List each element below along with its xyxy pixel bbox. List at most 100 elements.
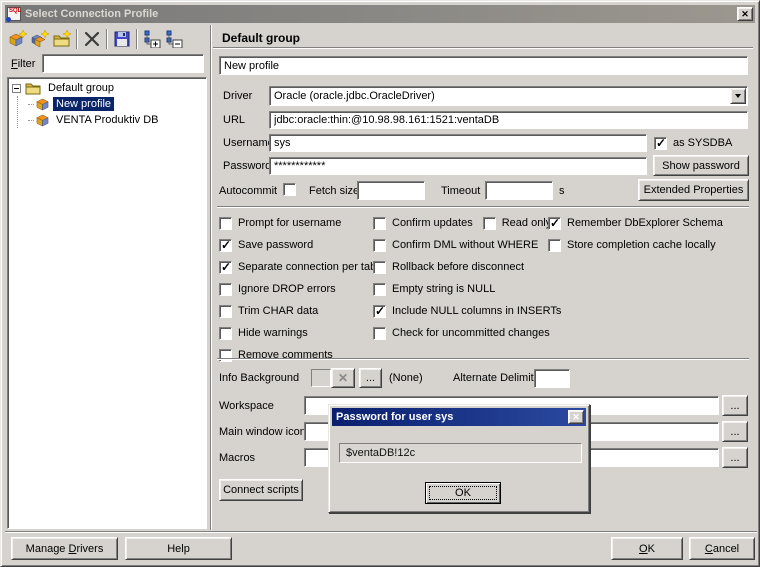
option-confirm-dml-without-where: Confirm DML without WHERE bbox=[373, 234, 561, 256]
workspace-browse-button[interactable]: ... bbox=[722, 395, 748, 416]
ellipsis-icon: ... bbox=[730, 400, 739, 412]
checkbox[interactable] bbox=[219, 305, 232, 318]
checkbox-label: Save password bbox=[238, 239, 313, 251]
save-icon bbox=[114, 31, 130, 47]
tree-collapse-expander-icon[interactable] bbox=[12, 84, 21, 93]
sql-app-icon: SQL bbox=[7, 7, 21, 21]
select-connection-profile-window: SQL Select Connection Profile ✕ bbox=[0, 0, 760, 567]
dropdown-arrow-icon[interactable] bbox=[730, 88, 746, 104]
checkbox[interactable] bbox=[548, 239, 561, 252]
tree-item-label: Default group bbox=[45, 81, 117, 95]
url-input[interactable] bbox=[269, 111, 748, 129]
connect-scripts-button[interactable]: Connect scripts bbox=[219, 479, 303, 501]
ok-button[interactable]: OK bbox=[611, 537, 683, 560]
checkbox-label: Confirm DML without WHERE bbox=[392, 239, 538, 251]
profile-tree[interactable]: Default group New profile VENTA Produkti… bbox=[7, 77, 207, 529]
info-background-swatch[interactable] bbox=[311, 369, 331, 387]
password-dialog-titlebar: Password for user sys ✕ bbox=[332, 408, 586, 426]
option-empty-string-is-null: Empty string is NULL bbox=[373, 278, 561, 300]
fetch-size-input[interactable] bbox=[357, 181, 425, 200]
option-ignore-drop-errors: Ignore DROP errors bbox=[219, 278, 376, 300]
checkbox-label: Confirm updates bbox=[392, 217, 473, 229]
new-group-button[interactable] bbox=[51, 28, 73, 50]
expand-tree-button[interactable] bbox=[141, 28, 163, 50]
checkbox[interactable] bbox=[373, 239, 386, 252]
option-save-password: Save password bbox=[219, 234, 376, 256]
checkbox-label: Trim CHAR data bbox=[238, 305, 318, 317]
focus-rectangle bbox=[429, 486, 497, 500]
checkbox[interactable] bbox=[548, 217, 561, 230]
titlebar: SQL Select Connection Profile ✕ bbox=[5, 5, 755, 23]
autocommit-checkbox[interactable] bbox=[283, 183, 296, 196]
tree-item-new-profile[interactable]: New profile bbox=[28, 96, 206, 112]
options-column-1: Prompt for username Save password Separa… bbox=[219, 212, 376, 366]
main-window-icon-browse-button[interactable]: ... bbox=[722, 421, 748, 442]
checkbox[interactable] bbox=[373, 327, 386, 340]
window-title: Select Connection Profile bbox=[25, 8, 158, 20]
timeout-label: Timeout bbox=[441, 185, 480, 197]
checkbox[interactable] bbox=[219, 327, 232, 340]
checkbox[interactable] bbox=[483, 217, 496, 230]
checkbox[interactable] bbox=[373, 305, 386, 318]
extended-properties-button[interactable]: Extended Properties bbox=[638, 179, 749, 201]
profile-toolbar bbox=[7, 26, 208, 51]
checkbox-label: Separate connection per tab bbox=[238, 261, 376, 273]
option-rollback-before-disconnect: Rollback before disconnect bbox=[373, 256, 561, 278]
alternate-delimiter-input[interactable] bbox=[534, 369, 570, 388]
checkbox[interactable] bbox=[219, 239, 232, 252]
copy-profile-button[interactable] bbox=[29, 28, 51, 50]
cancel-button[interactable]: Cancel bbox=[689, 537, 755, 560]
new-profile-button[interactable] bbox=[7, 28, 29, 50]
checkbox-label: Prompt for username bbox=[238, 217, 341, 229]
clear-color-button[interactable]: ✕ bbox=[331, 368, 355, 388]
toolbar-separator bbox=[136, 29, 138, 49]
macros-browse-button[interactable]: ... bbox=[722, 447, 748, 468]
checkbox-label: Read only bbox=[502, 217, 552, 229]
driver-select[interactable]: Oracle (oracle.jdbc.OracleDriver) bbox=[269, 86, 748, 106]
password-input[interactable] bbox=[269, 157, 647, 175]
header-separator bbox=[213, 47, 753, 49]
password-dialog-title: Password for user sys bbox=[336, 411, 453, 423]
username-input[interactable] bbox=[269, 134, 647, 152]
dialog-ok-button[interactable]: OK bbox=[425, 482, 501, 504]
checkbox-label: Hide warnings bbox=[238, 327, 308, 339]
show-password-button[interactable]: Show password bbox=[653, 155, 749, 176]
checkbox-label: Store completion cache locally bbox=[567, 239, 716, 251]
option-hide-warnings: Hide warnings bbox=[219, 322, 376, 344]
option-confirm-updates: Confirm updates bbox=[373, 217, 473, 230]
checkbox[interactable] bbox=[219, 261, 232, 274]
options-column-3: Remember DbExplorer Schema Store complet… bbox=[548, 212, 723, 256]
help-button[interactable]: Help bbox=[125, 537, 232, 560]
close-icon[interactable]: ✕ bbox=[568, 410, 584, 424]
tree-item-venta-produktiv-db[interactable]: VENTA Produktiv DB bbox=[28, 112, 206, 128]
checkbox[interactable] bbox=[373, 283, 386, 296]
collapse-tree-button[interactable] bbox=[163, 28, 185, 50]
save-profiles-button[interactable] bbox=[111, 28, 133, 50]
manage-drivers-button[interactable]: Manage Drivers bbox=[11, 537, 118, 560]
pick-color-button[interactable]: ... bbox=[359, 368, 382, 388]
profile-name-input[interactable] bbox=[219, 56, 748, 75]
tree-item-default-group[interactable]: Default group bbox=[12, 80, 206, 96]
checkbox[interactable] bbox=[373, 217, 386, 230]
timeout-unit-label: s bbox=[559, 185, 565, 197]
delete-profile-button[interactable] bbox=[81, 28, 103, 50]
revealed-password-field: $ventaDB!12c bbox=[339, 443, 582, 463]
checkbox-label: Remember DbExplorer Schema bbox=[567, 217, 723, 229]
tree-item-label: VENTA Produktiv DB bbox=[53, 113, 162, 127]
sysdba-checkbox[interactable] bbox=[654, 137, 667, 150]
password-dialog: Password for user sys ✕ $ventaDB!12c OK bbox=[328, 404, 590, 513]
new-profile-icon bbox=[9, 30, 27, 48]
fetch-size-label: Fetch size bbox=[309, 185, 359, 197]
close-icon[interactable]: ✕ bbox=[737, 7, 753, 21]
checkbox[interactable] bbox=[219, 217, 232, 230]
checkbox[interactable] bbox=[373, 261, 386, 274]
checkbox-label: Empty string is NULL bbox=[392, 283, 495, 295]
timeout-input[interactable] bbox=[485, 181, 553, 200]
option-include-null-columns: Include NULL columns in INSERTs bbox=[373, 300, 561, 322]
checkbox[interactable] bbox=[219, 283, 232, 296]
toolbar-separator bbox=[106, 29, 108, 49]
checkbox-label: Rollback before disconnect bbox=[392, 261, 524, 273]
clear-color-icon: ✕ bbox=[338, 371, 348, 385]
profile-cube-icon bbox=[36, 98, 49, 111]
filter-input[interactable] bbox=[42, 54, 204, 73]
